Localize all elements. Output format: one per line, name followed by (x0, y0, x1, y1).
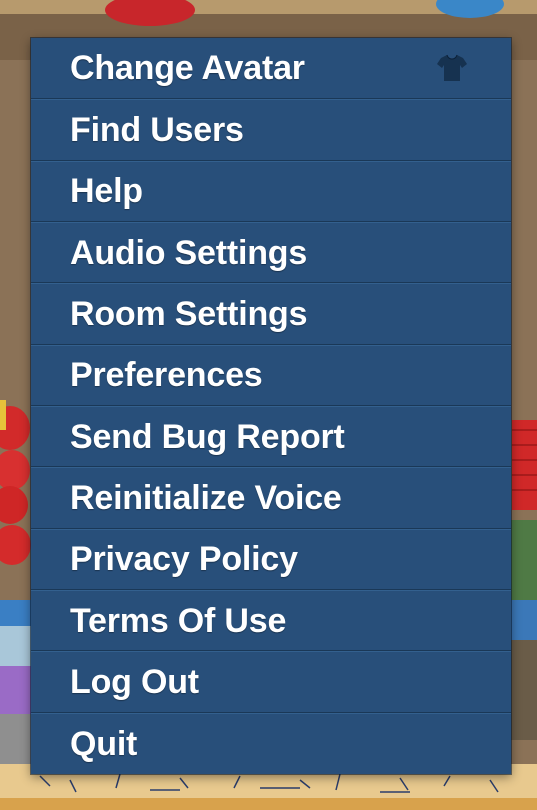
menu-item-label: Privacy Policy (70, 540, 298, 579)
menu-item-send-bug-report[interactable]: Send Bug Report (31, 405, 511, 468)
menu-item-label: Log Out (70, 662, 199, 701)
menu-item-label: Help (70, 172, 143, 211)
main-menu: Change Avatar Find Users Help Audio Sett… (31, 38, 511, 774)
menu-item-label: Change Avatar (70, 49, 305, 88)
menu-item-change-avatar[interactable]: Change Avatar (31, 38, 511, 100)
shirt-icon (437, 54, 467, 82)
menu-item-label: Send Bug Report (70, 417, 345, 456)
menu-item-log-out[interactable]: Log Out (31, 651, 511, 713)
menu-item-quit[interactable]: Quit (31, 712, 511, 774)
menu-item-find-users[interactable]: Find Users (31, 99, 511, 161)
menu-item-room-settings[interactable]: Room Settings (31, 283, 511, 345)
menu-item-help[interactable]: Help (31, 160, 511, 222)
menu-item-preferences[interactable]: Preferences (31, 344, 511, 406)
menu-item-label: Audio Settings (70, 233, 308, 272)
menu-item-label: Room Settings (70, 294, 308, 333)
menu-item-privacy-policy[interactable]: Privacy Policy (31, 528, 511, 590)
menu-item-label: Terms Of Use (70, 601, 287, 640)
menu-item-reinitialize-voice[interactable]: Reinitialize Voice (31, 467, 511, 529)
lanterns-right (512, 420, 537, 510)
menu-item-label: Preferences (70, 356, 263, 395)
menu-item-label: Quit (70, 724, 138, 763)
menu-item-label: Reinitialize Voice (70, 478, 342, 517)
menu-item-label: Find Users (70, 110, 244, 149)
menu-item-audio-settings[interactable]: Audio Settings (31, 221, 511, 284)
menu-item-terms-of-use[interactable]: Terms Of Use (31, 589, 511, 652)
